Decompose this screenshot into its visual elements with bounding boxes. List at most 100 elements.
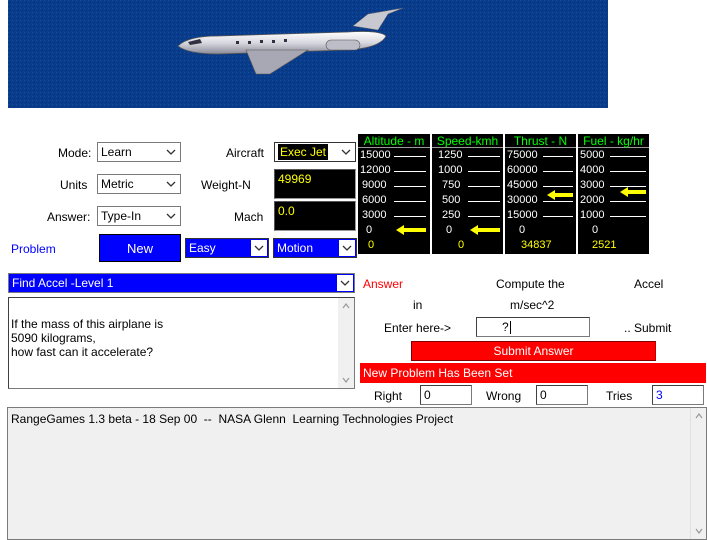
mode-select-value: Learn — [101, 145, 132, 159]
chevron-down-icon — [337, 275, 353, 291]
chevron-down-icon — [338, 144, 354, 160]
gauge-tick-line — [468, 156, 500, 157]
units-select-value: Metric — [101, 177, 134, 191]
right-label: Right — [374, 389, 403, 403]
mode-label: Mode: — [58, 146, 92, 160]
wrong-label: Wrong — [486, 389, 522, 403]
difficulty-select-value: Easy — [189, 241, 216, 255]
gauge-tick: 75000 — [507, 149, 538, 161]
answer-input-value: ? — [502, 320, 509, 334]
gauge-tick: 5000 — [580, 149, 605, 161]
right-count-field[interactable]: 0 — [420, 385, 472, 405]
gauge-tick-line — [394, 201, 426, 202]
gauge-tick: 6000 — [362, 194, 387, 206]
gauge-tick: 750 — [442, 179, 461, 191]
gauge-value: 34837 — [521, 239, 552, 251]
gauge-tick-line — [468, 171, 500, 172]
answer-label: Answer — [363, 277, 404, 291]
gauge-tick: 15000 — [360, 149, 391, 161]
compute-label: Compute the — [496, 277, 565, 291]
new-problem-button[interactable]: New — [99, 234, 181, 262]
pointer-arrow-icon — [470, 225, 500, 235]
problem-text-area[interactable]: If the mass of this airplane is 5090 kil… — [8, 297, 355, 389]
gauge-tick: 250 — [442, 209, 461, 221]
pointer-arrow-icon — [620, 187, 646, 197]
gauge-value: 2521 — [592, 239, 617, 251]
scroll-up-icon[interactable] — [338, 298, 354, 314]
gauge-tick-line — [610, 201, 646, 202]
pointer-arrow-icon — [396, 225, 426, 235]
problem-line: how fast can it accelerate? — [11, 345, 154, 359]
problem-type-select[interactable]: Find Accel -Level 1 — [8, 273, 355, 293]
gauge-tick: 4000 — [580, 164, 605, 176]
gauge-tick-line — [468, 201, 500, 202]
gauge-tick-line — [394, 156, 426, 157]
fuel-gauge: Fuel - kg/hr 5000 4000 3000 2000 1000 0 … — [578, 134, 649, 254]
gauge-tick: 3000 — [362, 209, 387, 221]
units-value-label: m/sec^2 — [510, 298, 555, 312]
airplane-icon — [8, 0, 608, 108]
log-scrollbar[interactable] — [690, 408, 706, 539]
difficulty-select[interactable]: Easy — [185, 238, 269, 258]
answer-mode-select[interactable]: Type-In — [97, 206, 181, 226]
sky-banner — [8, 0, 608, 108]
altitude-gauge: Altitude - m 15000 12000 9000 6000 3000 … — [358, 134, 430, 254]
tries-label: Tries — [606, 389, 633, 403]
log-text-area[interactable]: RangeGames 1.3 beta - 18 Sep 00 -- NASA … — [7, 407, 707, 540]
gauge-tick: 0 — [592, 224, 599, 236]
problem-line: 5090 kilograms, — [11, 331, 96, 345]
gauge-tick-line — [610, 156, 646, 157]
gauge-title: Thrust - N — [505, 134, 576, 148]
gauge-tick: 3000 — [580, 179, 605, 191]
gauge-tick-line — [394, 216, 426, 217]
log-text: RangeGames 1.3 beta - 18 Sep 00 -- NASA … — [11, 412, 454, 426]
gauge-tick: 60000 — [507, 164, 538, 176]
gauge-tick: 1000 — [438, 164, 463, 176]
gauge-title: Speed-kmh — [432, 134, 503, 148]
gauge-tick-line — [394, 186, 426, 187]
weight-label: Weight-N — [201, 178, 251, 192]
answer-mode-select-value: Type-In — [101, 209, 142, 223]
submit-answer-button[interactable]: Submit Answer — [411, 341, 656, 361]
topic-select[interactable]: Motion — [273, 238, 357, 258]
chevron-down-icon — [163, 208, 179, 224]
gauge-title: Altitude - m — [358, 134, 430, 148]
gauge-tick: 0 — [446, 224, 453, 236]
mach-field[interactable]: 0.0 — [274, 201, 356, 231]
mode-select[interactable]: Learn — [97, 142, 181, 162]
units-select[interactable]: Metric — [97, 174, 181, 194]
gauge-tick-line — [543, 216, 573, 217]
aircraft-select[interactable]: Exec Jet — [274, 142, 356, 162]
wrong-count-field[interactable]: 0 — [536, 385, 588, 405]
problem-scrollbar[interactable] — [338, 298, 354, 388]
tries-count-field[interactable]: 3 — [652, 385, 704, 405]
problem-line: If the mass of this airplane is — [11, 317, 164, 331]
units-label: Units — [60, 178, 88, 192]
chevron-down-icon — [163, 176, 179, 192]
scroll-up-icon[interactable] — [691, 408, 707, 424]
weight-field[interactable]: 49969 — [274, 169, 356, 199]
pointer-arrow-icon — [547, 190, 573, 200]
gauge-tick: 500 — [442, 194, 461, 206]
scroll-down-icon[interactable] — [338, 372, 354, 388]
gauge-tick-line — [610, 216, 646, 217]
problem-label: Problem — [11, 242, 56, 256]
gauge-value: 0 — [368, 239, 375, 251]
gauge-tick: 0 — [519, 224, 526, 236]
gauge-tick: 45000 — [507, 179, 538, 191]
gauge-tick-line — [543, 171, 573, 172]
status-message: New Problem Has Been Set — [360, 363, 706, 383]
gauge-tick: 30000 — [507, 194, 538, 206]
gauge-tick: 1250 — [438, 149, 463, 161]
gauge-tick: 2000 — [580, 194, 605, 206]
answer-input[interactable]: ? — [476, 317, 590, 337]
scroll-down-icon[interactable] — [691, 523, 707, 539]
quantity-label: Accel — [634, 277, 664, 291]
answer-mode-label: Answer: — [47, 210, 91, 224]
gauge-title: Fuel - kg/hr — [578, 134, 649, 148]
gauge-tick-line — [543, 156, 573, 157]
problem-type-select-value: Find Accel -Level 1 — [12, 276, 114, 290]
submit-hint-label: .. Submit — [624, 321, 672, 335]
gauge-tick-line — [468, 216, 500, 217]
text-cursor — [510, 321, 511, 334]
